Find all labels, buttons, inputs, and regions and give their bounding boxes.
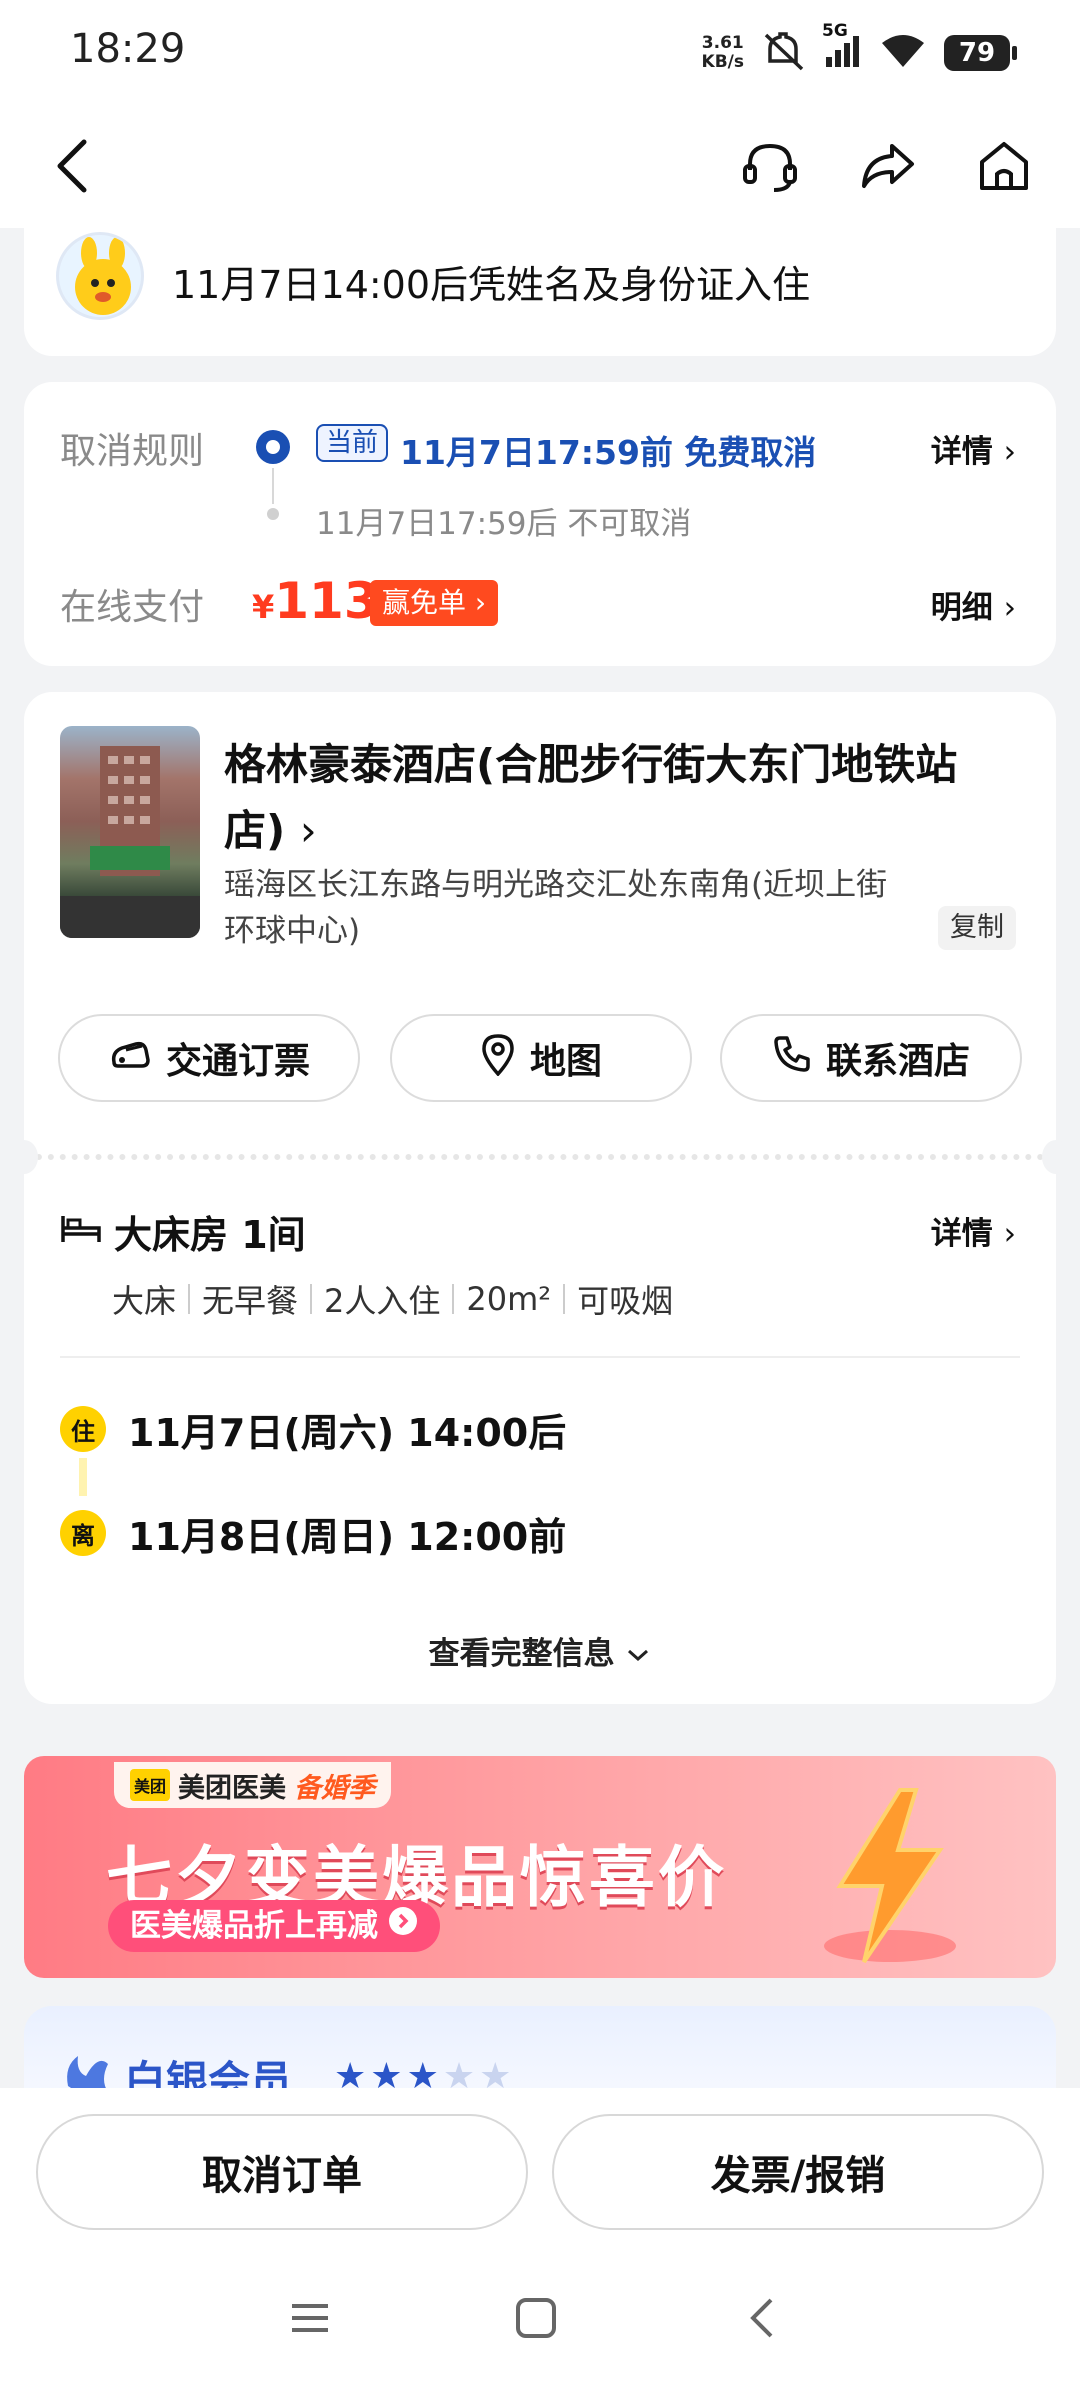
invoice-button[interactable]: 发票/报销: [552, 2114, 1044, 2230]
copy-address-button[interactable]: 复制: [938, 906, 1016, 950]
checkout-badge: 离: [60, 1510, 106, 1556]
view-full-info-label: 查看完整信息: [428, 1636, 615, 1672]
back-nav-icon[interactable]: [732, 2288, 792, 2348]
room-detail-label: 详情: [930, 1216, 993, 1252]
checkin-notice-card: 11月7日14:00后凭姓名及身份证入住: [24, 200, 1056, 356]
transport-ticket-button[interactable]: 交通订票: [58, 1014, 360, 1102]
status-bar: 18:29 3.61 KB/s 5G 79: [0, 0, 1080, 104]
free-order-label: 赢免单: [382, 586, 467, 619]
status-icons: 3.61 KB/s 5G 79: [702, 21, 1017, 78]
transport-ticket-label: 交通订票: [165, 1041, 310, 1082]
price-breakdown-link[interactable]: 明细 ›: [931, 582, 1016, 627]
dotted-divider: [24, 1154, 1056, 1160]
network-speed-value: 3.61: [701, 33, 744, 53]
banner-brand: 美团 美团医美 备婚季: [114, 1762, 392, 1808]
status-time: 18:29: [70, 26, 186, 72]
home-icon[interactable]: [972, 134, 1036, 198]
back-icon[interactable]: [40, 134, 104, 198]
room-feature: 无早餐: [202, 1282, 299, 1320]
room-detail-link[interactable]: 详情 ›: [931, 1208, 1016, 1253]
current-tag: 当前: [316, 424, 389, 462]
cancel-rules-label: 取消规则: [60, 431, 205, 472]
lightning-icon: [820, 1786, 960, 1970]
timeline-line: [272, 468, 274, 504]
view-full-info-button[interactable]: 查看完整信息: [24, 1628, 1056, 1673]
price-amount: 113: [274, 572, 379, 630]
hotel-address: 瑶海区长江东路与明光路交汇处东南角(近坝上街环球中心): [224, 867, 888, 949]
hotel-name-text: 格林豪泰酒店(合肥步行街大东门地铁站店): [224, 740, 958, 855]
breakdown-label: 明细: [930, 590, 993, 626]
room-feature: 大床: [112, 1282, 177, 1320]
ticket-notch-left: [10, 1140, 38, 1174]
chevron-right-icon: ›: [1003, 1216, 1016, 1252]
cancel-detail-link[interactable]: 详情 ›: [931, 426, 1016, 471]
checkin-time: 11月7日(周六) 14:00后: [128, 1411, 567, 1455]
checkout-time: 11月8日(周日) 12:00前: [128, 1515, 567, 1559]
free-order-tag[interactable]: 赢免单 ›: [370, 580, 499, 626]
feature-separator: [310, 1284, 313, 1314]
system-nav-bar: [0, 2238, 1080, 2400]
share-icon[interactable]: [856, 134, 920, 198]
banner-subtitle-text: 医美爆品折上再减: [130, 1908, 378, 1944]
car-icon: [108, 1036, 152, 1081]
bed-icon: [60, 1212, 102, 1244]
map-label: 地图: [529, 1041, 602, 1082]
timeline-next-dot: [267, 508, 279, 520]
non-cancellable-text: 11月7日17:59后 不可取消: [316, 506, 692, 542]
chevron-down-icon: [625, 1636, 651, 1672]
network-type: 5G: [822, 21, 848, 41]
room-feature: 20m²: [466, 1280, 552, 1318]
home-square-icon[interactable]: [506, 2288, 566, 2348]
bottom-action-bar: 取消订单 发票/报销: [0, 2088, 1080, 2238]
cancel-detail-label: 详情: [930, 434, 993, 470]
feature-separator: [188, 1284, 191, 1314]
price: ¥113: [252, 572, 379, 630]
cancel-order-button[interactable]: 取消订单: [36, 2114, 528, 2230]
payment-label: 在线支付: [60, 587, 205, 628]
room-type: 大床房 1间: [114, 1213, 306, 1257]
divider: [60, 1356, 1020, 1358]
mute-icon: [762, 31, 806, 75]
chevron-right-icon: ›: [1003, 434, 1016, 470]
room-features: 大床 无早餐 2人入住 20m² 可吸烟: [112, 1276, 673, 1322]
room-feature: 可吸烟: [577, 1282, 674, 1320]
arrow-circle-icon: [388, 1900, 418, 1952]
signal-icon: 5G: [822, 21, 862, 73]
menu-icon[interactable]: [280, 2288, 340, 2348]
network-speed: 3.61 KB/s: [702, 34, 744, 72]
headset-icon[interactable]: [738, 134, 802, 198]
hotel-photo[interactable]: [60, 726, 200, 938]
hotel-card: 格林豪泰酒店(合肥步行街大东门地铁站店) › 瑶海区长江东路与明光路交汇处东南角…: [10, 692, 1070, 1704]
stay-connector: [79, 1458, 87, 1496]
free-cancel-text: 11月7日17:59前 免费取消: [400, 433, 817, 472]
cancel-rules-card: 取消规则 当前 11月7日17:59前 免费取消 11月7日17:59后 不可取…: [24, 382, 1056, 666]
battery-indicator: 79: [944, 35, 1017, 71]
checkin-notice: 11月7日14:00后凭姓名及身份证入住: [172, 263, 811, 307]
checkin-badge: 住: [60, 1406, 106, 1452]
map-button[interactable]: 地图: [390, 1014, 692, 1102]
currency-symbol: ¥: [252, 588, 275, 626]
mascot-avatar: [56, 232, 144, 320]
feature-separator: [563, 1284, 566, 1314]
timeline-current-dot: [256, 430, 290, 464]
phone-icon: [772, 1034, 812, 1083]
banner-season: 备婚季: [294, 1772, 376, 1804]
chevron-right-icon: ›: [299, 806, 317, 855]
promo-banner[interactable]: 美团 美团医美 备婚季 七夕变美爆品惊喜价 医美爆品折上再减: [24, 1756, 1056, 1978]
feature-separator: [452, 1284, 455, 1314]
chevron-right-icon: ›: [1003, 590, 1016, 626]
room-feature: 2人入住: [324, 1282, 441, 1320]
wifi-icon: [880, 33, 926, 73]
contact-hotel-label: 联系酒店: [825, 1041, 970, 1082]
chevron-right-icon: ›: [474, 586, 487, 619]
banner-brand-name: 美团医美: [178, 1772, 287, 1804]
meituan-logo: 美团: [130, 1769, 171, 1801]
hotel-name[interactable]: 格林豪泰酒店(合肥步行街大东门地铁站店) ›: [224, 732, 1014, 864]
location-pin-icon: [480, 1032, 516, 1085]
contact-hotel-button[interactable]: 联系酒店: [720, 1014, 1022, 1102]
banner-subtitle: 医美爆品折上再减: [108, 1900, 440, 1952]
ticket-notch-right: [1042, 1140, 1070, 1174]
network-speed-unit: KB/s: [701, 52, 744, 72]
